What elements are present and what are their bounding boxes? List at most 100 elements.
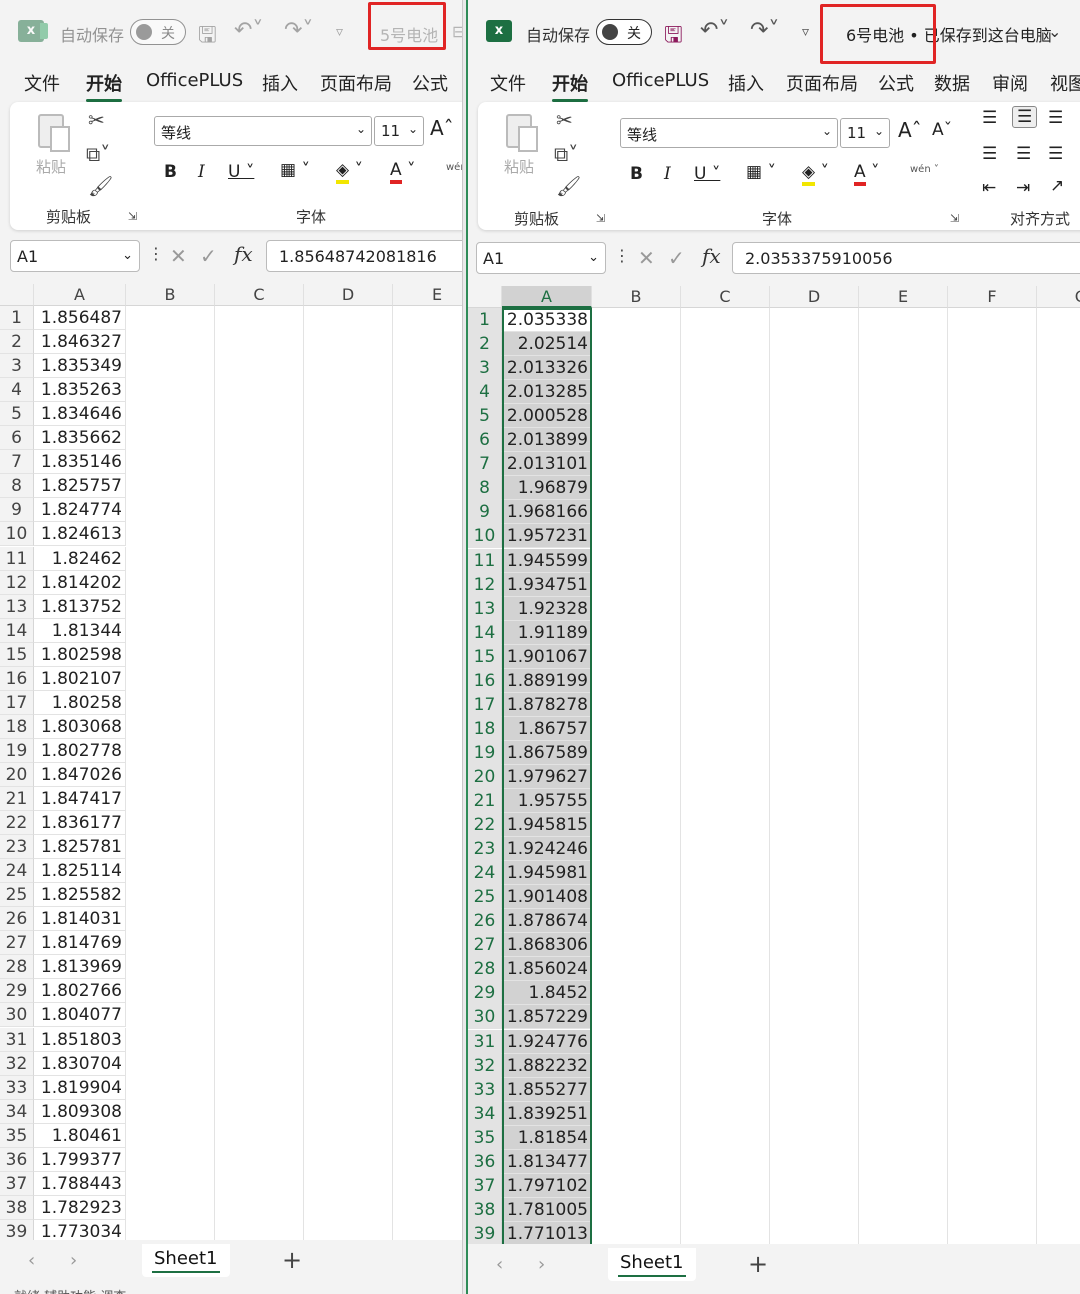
fill-color-icon[interactable]: ◈ ˅ (336, 160, 363, 184)
cell-a[interactable]: 1.797102 (502, 1173, 592, 1198)
row-header[interactable]: 6 (0, 426, 34, 451)
customize-qat-icon[interactable]: ▿ (336, 24, 343, 40)
enter-icon[interactable]: ✓ (668, 246, 685, 270)
cancel-icon[interactable]: ✕ (170, 244, 187, 268)
align-right-icon[interactable]: ☰ (1048, 144, 1063, 164)
cell-a[interactable]: 2.013285 (502, 380, 592, 405)
row-header[interactable]: 32 (0, 1051, 34, 1076)
row-header[interactable]: 14 (468, 620, 502, 645)
decrease-indent-icon[interactable]: ⇤ (982, 178, 996, 198)
select-all-corner[interactable] (468, 286, 502, 308)
row-header[interactable]: 27 (468, 933, 502, 958)
row-header[interactable]: 26 (468, 909, 502, 934)
cell-a[interactable]: 1.773034 (34, 1219, 126, 1240)
cell-a[interactable]: 1.825781 (34, 835, 126, 860)
more-icon[interactable]: ⋮ (614, 246, 630, 265)
cut-icon[interactable]: ✂ (88, 108, 105, 132)
format-painter-icon[interactable]: 🖌 (88, 174, 113, 198)
cell-a[interactable]: 1.824774 (34, 498, 126, 523)
cell-a[interactable]: 1.802766 (34, 979, 126, 1004)
cell-a[interactable]: 1.968166 (502, 500, 592, 525)
cell-a[interactable]: 2.000528 (502, 404, 592, 429)
name-box[interactable]: A1 ⌄ (10, 240, 140, 272)
row-header[interactable]: 8 (0, 474, 34, 499)
cell-a[interactable]: 1.830704 (34, 1051, 126, 1076)
row-header[interactable]: 2 (0, 330, 34, 355)
cell-a[interactable]: 1.92328 (502, 596, 592, 621)
phonetic-icon[interactable]: wén ˅ (910, 164, 939, 175)
cell-a[interactable]: 1.868306 (502, 933, 592, 958)
row-header[interactable]: 5 (468, 404, 502, 429)
tab-formulas[interactable]: 公式 (412, 70, 448, 96)
row-header[interactable]: 18 (468, 716, 502, 741)
column-header-a[interactable]: A (502, 286, 592, 308)
column-header-d[interactable]: D (304, 284, 393, 306)
tab-page-layout[interactable]: 页面布局 (786, 70, 858, 96)
font-color-icon[interactable]: A ˅ (390, 160, 416, 184)
add-sheet-icon[interactable]: + (282, 1246, 302, 1274)
cell-a[interactable]: 1.857229 (502, 1005, 592, 1030)
increase-indent-icon[interactable]: ⇥ (1016, 178, 1030, 198)
row-header[interactable]: 31 (0, 1027, 34, 1052)
grow-font-icon[interactable]: Aˆ (898, 118, 922, 142)
italic-icon[interactable]: I (198, 162, 205, 182)
cell-a[interactable]: 1.804077 (34, 1003, 126, 1028)
font-name-combo[interactable]: 等线 ⌄ (620, 118, 838, 148)
row-header[interactable]: 23 (468, 837, 502, 862)
phonetic-icon[interactable]: wén (446, 162, 462, 173)
cell-a[interactable]: 2.013326 (502, 356, 592, 381)
row-header[interactable]: 9 (0, 498, 34, 523)
autosave-toggle[interactable]: 关 (596, 19, 652, 45)
row-header[interactable]: 37 (0, 1171, 34, 1196)
row-header[interactable]: 16 (468, 668, 502, 693)
tab-home[interactable]: 开始 (86, 70, 122, 102)
row-header[interactable]: 38 (468, 1197, 502, 1222)
row-header[interactable]: 32 (468, 1053, 502, 1078)
row-header[interactable]: 27 (0, 931, 34, 956)
row-header[interactable]: 12 (0, 570, 34, 595)
row-header[interactable]: 35 (0, 1123, 34, 1148)
cell-a[interactable]: 1.856487 (34, 306, 126, 331)
more-icon[interactable]: ⋮ (148, 244, 164, 263)
chevron-down-icon[interactable]: ⌄ (1048, 22, 1061, 41)
row-header[interactable]: 22 (468, 813, 502, 838)
cell-a[interactable]: 1.867589 (502, 740, 592, 765)
autosave-toggle[interactable]: 关 (130, 19, 186, 45)
row-header[interactable]: 36 (468, 1149, 502, 1174)
cell-a[interactable]: 1.835263 (34, 378, 126, 403)
column-header-d[interactable]: D (770, 286, 859, 308)
tab-file[interactable]: 文件 (490, 70, 526, 96)
cell-a[interactable]: 1.847026 (34, 762, 126, 787)
row-header[interactable]: 33 (468, 1077, 502, 1102)
cell-a[interactable]: 1.802598 (34, 642, 126, 667)
column-header-e[interactable]: E (859, 286, 948, 308)
cell-a[interactable]: 1.824613 (34, 522, 126, 547)
cell-a[interactable]: 1.878278 (502, 692, 592, 717)
row-header[interactable]: 7 (468, 452, 502, 477)
fx-icon[interactable]: fx (702, 244, 721, 268)
cell-a[interactable]: 1.788443 (34, 1171, 126, 1196)
copy-icon[interactable]: ⧉˅ (554, 142, 578, 166)
row-header[interactable]: 33 (0, 1075, 34, 1100)
row-header[interactable]: 34 (0, 1099, 34, 1124)
orientation-icon[interactable]: ↗ (1050, 176, 1064, 196)
row-header[interactable]: 26 (0, 907, 34, 932)
cell-a[interactable]: 1.771013 (502, 1221, 592, 1244)
row-header[interactable]: 1 (0, 306, 34, 331)
row-header[interactable]: 13 (468, 596, 502, 621)
name-box[interactable]: A1 ⌄ (476, 242, 606, 274)
italic-icon[interactable]: I (664, 164, 671, 184)
cell-a[interactable]: 2.02514 (502, 332, 592, 357)
sheet-tab[interactable]: Sheet1 (608, 1248, 696, 1281)
cell-a[interactable]: 1.846327 (34, 330, 126, 355)
cell-a[interactable]: 1.8452 (502, 981, 592, 1006)
row-header[interactable]: 15 (0, 642, 34, 667)
cell-a[interactable]: 1.847417 (34, 787, 126, 812)
tab-review[interactable]: 审阅 (992, 70, 1028, 96)
save-icon[interactable]: 🖫 (198, 18, 217, 56)
row-header[interactable]: 24 (0, 859, 34, 884)
row-header[interactable]: 39 (0, 1219, 34, 1240)
cell-a[interactable]: 1.835662 (34, 426, 126, 451)
column-header-g[interactable]: G (1037, 286, 1080, 308)
row-header[interactable]: 17 (0, 690, 34, 715)
